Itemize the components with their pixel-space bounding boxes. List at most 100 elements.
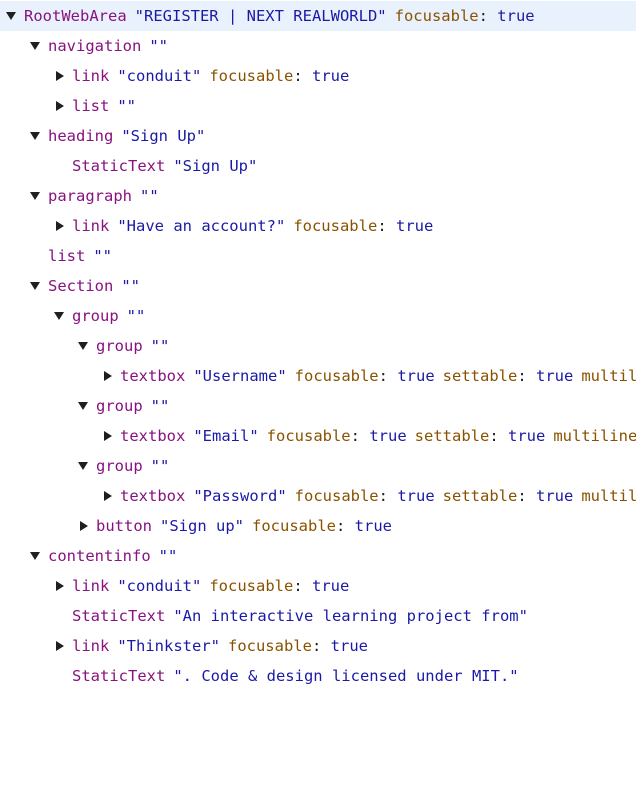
expand-triangle-icon[interactable]: [29, 181, 43, 211]
node-name: "": [150, 457, 170, 475]
node-role: StaticText: [72, 607, 166, 625]
tree-node-group-email[interactable]: group "": [0, 391, 636, 421]
node-name: "REGISTER | NEXT REALWORLD": [134, 7, 387, 25]
node-name: "conduit": [117, 67, 202, 85]
node-line: list "": [48, 241, 112, 271]
node-role: textbox: [120, 487, 186, 505]
node-role: textbox: [120, 427, 186, 445]
expand-triangle-icon[interactable]: [29, 31, 43, 61]
prop-value: true: [354, 517, 392, 535]
node-role: button: [96, 517, 152, 535]
tree-node-group-outer[interactable]: group "": [0, 301, 636, 331]
node-name: "conduit": [117, 577, 202, 595]
collapse-triangle-icon[interactable]: [53, 571, 67, 601]
node-role: contentinfo: [48, 547, 151, 565]
node-name: "Sign up": [160, 517, 244, 535]
node-line: Section "": [48, 271, 140, 301]
tree-node-paragraph[interactable]: paragraph "": [0, 181, 636, 211]
expand-triangle-icon[interactable]: [77, 331, 91, 361]
node-line: link "conduit" focusable: true: [72, 67, 350, 85]
node-name: "Sign Up": [173, 157, 258, 175]
node-line: textbox "Email" focusable: true settable: t…: [120, 421, 636, 451]
node-name: "": [126, 307, 146, 325]
tree-node-list[interactable]: list "": [0, 241, 636, 271]
node-role: heading: [48, 127, 114, 145]
tree-node-root[interactable]: RootWebArea "REGISTER | NEXT REALWORLD" fo…: [0, 1, 636, 31]
node-name: "": [150, 397, 170, 415]
node-line: list "": [72, 91, 136, 121]
prop-value: true: [497, 7, 535, 25]
collapse-triangle-icon[interactable]: [53, 631, 67, 661]
node-name: "": [150, 337, 170, 355]
collapse-triangle-icon[interactable]: [53, 91, 67, 121]
tree-node-footer-link-thinkster[interactable]: link "Thinkster" focusable: true: [0, 631, 636, 661]
prop-key: focusable: [252, 517, 336, 535]
node-line: textbox "Password" focusable: true settable…: [120, 481, 636, 511]
node-role: StaticText: [72, 157, 166, 175]
expand-triangle-icon[interactable]: [5, 1, 19, 31]
node-role: list: [72, 97, 110, 115]
node-role: group: [72, 307, 119, 325]
node-role: StaticText: [72, 667, 166, 685]
prop-value: true: [369, 427, 407, 445]
node-name: "Email": [193, 427, 259, 445]
prop-key: multiline: [581, 487, 636, 505]
tree-node-nav-list[interactable]: list "": [0, 91, 636, 121]
expand-triangle-icon[interactable]: [29, 121, 43, 151]
node-line: RootWebArea "REGISTER | NEXT REALWORLD" fo…: [24, 7, 535, 25]
tree-node-navigation[interactable]: navigation "": [0, 31, 636, 61]
collapse-triangle-icon[interactable]: [101, 361, 115, 391]
expand-triangle-icon[interactable]: [29, 541, 43, 571]
prop-value: true: [395, 217, 434, 235]
collapse-triangle-icon[interactable]: [77, 511, 91, 541]
collapse-triangle-icon[interactable]: [101, 421, 115, 451]
node-name: "": [158, 547, 178, 565]
tree-node-heading-text[interactable]: StaticText "Sign Up": [0, 151, 636, 181]
node-line: StaticText "An interactive learning proje…: [72, 601, 528, 631]
node-line: group "": [72, 301, 145, 331]
collapse-triangle-icon[interactable]: [53, 211, 67, 241]
tree-node-section[interactable]: Section "": [0, 271, 636, 301]
node-name: "Have an account?": [117, 217, 286, 235]
tree-node-textbox-email[interactable]: textbox "Email" focusable: true settable: t…: [0, 421, 636, 451]
node-name: "Username": [193, 367, 287, 385]
node-line: group "": [96, 331, 169, 361]
node-name: "Thinkster": [117, 637, 220, 655]
tree-node-footer-text-2[interactable]: StaticText ". Code & design licensed unde…: [0, 661, 636, 691]
prop-key: focusable: [294, 487, 379, 505]
prop-key: focusable: [394, 7, 479, 25]
collapse-triangle-icon[interactable]: [101, 481, 115, 511]
tree-node-group-username[interactable]: group "": [0, 331, 636, 361]
node-line: navigation "": [48, 31, 168, 61]
node-line: link "Thinkster" focusable: true: [72, 637, 368, 655]
node-line: StaticText "Sign Up": [72, 151, 257, 181]
prop-key: multiline: [581, 367, 636, 385]
accessibility-tree: RootWebArea "REGISTER | NEXT REALWORLD" fo…: [0, 1, 636, 691]
prop-key: focusable: [294, 367, 379, 385]
tree-node-nav-link[interactable]: link "conduit" focusable: true: [0, 61, 636, 91]
node-name: "": [140, 187, 159, 205]
tree-node-textbox-username[interactable]: textbox "Username" focusable: true settable…: [0, 361, 636, 391]
tree-node-heading[interactable]: heading "Sign Up": [0, 121, 636, 151]
node-line: group "": [96, 451, 169, 481]
tree-node-button-signup[interactable]: button "Sign up" focusable: true: [0, 511, 636, 541]
expand-triangle-icon[interactable]: [77, 451, 91, 481]
tree-node-footer-link-conduit[interactable]: link "conduit" focusable: true: [0, 571, 636, 601]
expand-triangle-icon[interactable]: [29, 271, 43, 301]
node-line: StaticText ". Code & design licensed unde…: [72, 661, 519, 691]
tree-node-footer-text-1[interactable]: StaticText "An interactive learning proje…: [0, 601, 636, 631]
prop-value: true: [507, 427, 546, 445]
tree-node-contentinfo[interactable]: contentinfo "": [0, 541, 636, 571]
prop-key: focusable: [227, 637, 312, 655]
expand-triangle-icon[interactable]: [77, 391, 91, 421]
node-name: "An interactive learning project from": [173, 607, 528, 625]
expand-triangle-icon[interactable]: [53, 301, 67, 331]
tree-node-group-password[interactable]: group "": [0, 451, 636, 481]
tree-node-para-link[interactable]: link "Have an account?" focusable: true: [0, 211, 636, 241]
tree-node-textbox-password[interactable]: textbox "Password" focusable: true settable…: [0, 481, 636, 511]
node-name: "": [149, 37, 168, 55]
collapse-triangle-icon[interactable]: [53, 61, 67, 91]
prop-value: true: [535, 367, 574, 385]
node-role: list: [48, 247, 86, 265]
node-name: "Sign Up": [121, 127, 206, 145]
